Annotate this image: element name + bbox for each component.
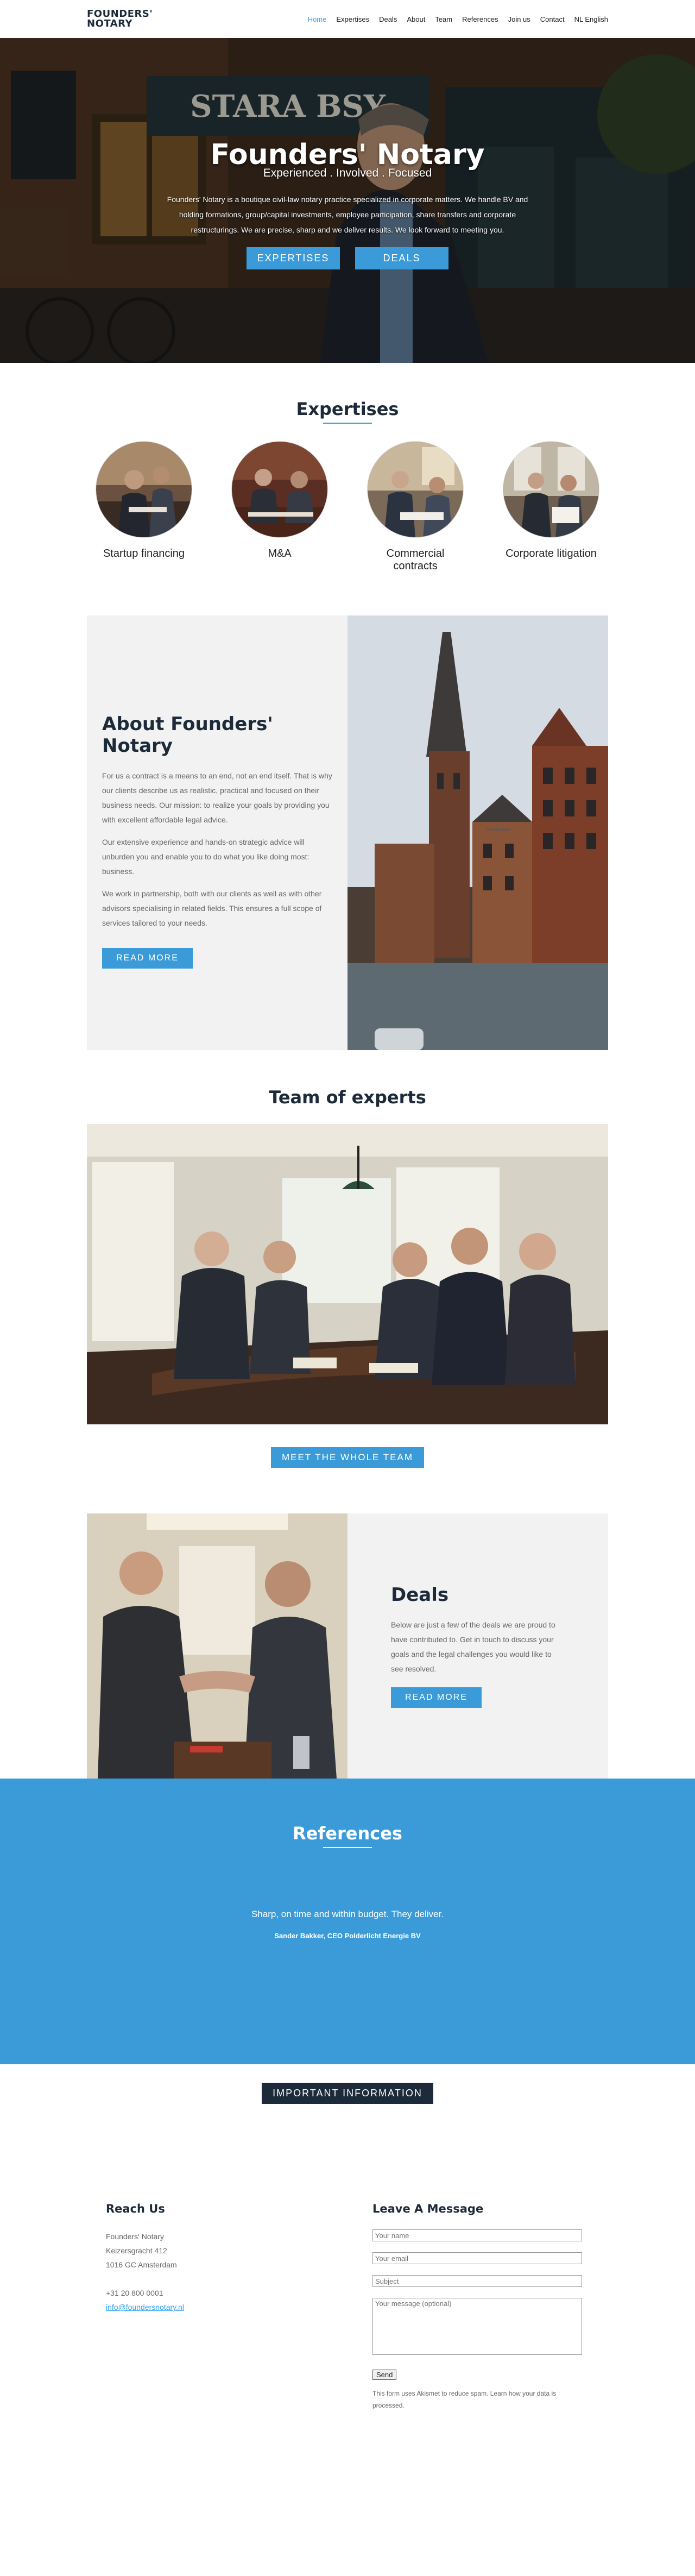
nav-team[interactable]: Team	[435, 15, 452, 23]
about-paragraph: We work in partnership, both with our cl…	[102, 889, 322, 927]
subject-field[interactable]	[372, 2275, 582, 2287]
hero-description: Founders' Notary is a boutique civil-law…	[167, 195, 528, 234]
site-logo[interactable]: FOUNDERS' NOTARY	[87, 9, 153, 29]
about-paragraph: Our extensive experience and hands-on st…	[102, 838, 309, 876]
about-section: About Founders' Notary For us a contract…	[87, 615, 608, 1050]
expertises-grid: Startup financing M&A Commercial contrac…	[0, 441, 695, 573]
address-line: Keizersgracht 412	[106, 2246, 167, 2255]
about-paragraph: For us a contract is a means to an end, …	[102, 771, 332, 824]
expertise-photo	[503, 441, 599, 538]
team-title: Team of experts	[269, 1087, 426, 1108]
nav-home[interactable]: Home	[308, 15, 327, 23]
nav-references[interactable]: References	[462, 15, 498, 23]
nav-deals[interactable]: Deals	[379, 15, 397, 23]
leave-message-title: Leave A Message	[372, 2202, 484, 2215]
nav-language[interactable]: NL English	[574, 15, 608, 23]
expertise-commercial-contracts[interactable]: Commercial contracts	[367, 441, 464, 573]
site-header: FOUNDERS' NOTARY Home Expertises Deals A…	[0, 0, 695, 38]
nav-contact[interactable]: Contact	[540, 15, 565, 23]
deals-text: Below are just a few of the deals we are…	[391, 1620, 555, 1673]
about-photo-caption: Amsterdam	[486, 827, 511, 832]
nav-join-us[interactable]: Join us	[508, 15, 530, 23]
meet-team-button[interactable]: MEET THE WHOLE TEAM	[270, 1447, 425, 1468]
reference-author: Sander Bakker, CEO Polderlicht Energie B…	[274, 1932, 421, 1940]
message-form-column: Leave A Message Send This form uses Akis…	[372, 2202, 589, 2576]
deals-photo	[87, 1513, 348, 1779]
expertise-m-and-a[interactable]: M&A	[231, 441, 328, 573]
team-button-wrap: MEET THE WHOLE TEAM	[0, 1447, 695, 1468]
hero-buttons: EXPERTISES DEALS	[0, 247, 695, 269]
important-section: IMPORTANT INFORMATION	[0, 2064, 695, 2146]
name-field[interactable]	[372, 2229, 582, 2241]
reach-us-title: Reach Us	[106, 2202, 165, 2215]
important-information-button[interactable]: IMPORTANT INFORMATION	[262, 2083, 433, 2104]
email-link[interactable]: info@foundersnotary.nl	[106, 2303, 184, 2311]
spam-notice: This form uses Akismet to reduce spam. L…	[372, 2390, 557, 2409]
expertises-title: Expertises	[296, 399, 399, 419]
deals-title: Deals	[391, 1584, 449, 1606]
phone-number: +31 20 800 0001	[106, 2289, 163, 2297]
address-line: 1016 GC Amsterdam	[106, 2260, 177, 2269]
about-read-more-button[interactable]: READ MORE	[102, 948, 193, 969]
reference-quote: Sharp, on time and within budget. They d…	[251, 1909, 444, 1919]
address-line: Founders' Notary	[106, 2232, 164, 2241]
title-underline	[323, 1847, 372, 1848]
deals-section: Deals Below are just a few of the deals …	[87, 1513, 608, 1779]
references-title: References	[293, 1823, 402, 1844]
reach-us-column: Reach Us Founders' Notary Keizersgracht …	[106, 2202, 323, 2576]
email-field[interactable]	[372, 2252, 582, 2264]
expertise-photo	[231, 441, 328, 538]
expertise-photo	[96, 441, 192, 538]
expertise-label: Corporate litigation	[506, 548, 597, 560]
deals-read-more-button[interactable]: READ MORE	[391, 1687, 482, 1708]
about-text-panel: About Founders' Notary For us a contract…	[87, 615, 348, 1050]
about-photo: Amsterdam	[348, 615, 608, 1050]
expertise-label: Startup financing	[103, 548, 185, 560]
title-underline	[323, 423, 372, 424]
expertises-button[interactable]: EXPERTISES	[247, 247, 340, 269]
expertise-label: Commercial contracts	[386, 548, 445, 572]
hero-content: Founders' Notary Experienced . Involved …	[0, 139, 695, 269]
team-section: Team of experts MEET THE WHOLE TEAM	[0, 1050, 695, 1468]
expertise-startup-financing[interactable]: Startup financing	[95, 441, 193, 573]
nav-expertises[interactable]: Expertises	[336, 15, 369, 23]
hero-title: Founders' Notary	[210, 139, 485, 171]
logo-line-2: NOTARY	[87, 18, 133, 29]
expertise-corporate-litigation[interactable]: Corporate litigation	[502, 441, 600, 573]
references-section: References Sharp, on time and within bud…	[0, 1779, 695, 2064]
nav-about[interactable]: About	[407, 15, 425, 23]
expertises-section: Expertises Startup financing M&A Commerc…	[0, 363, 695, 615]
about-title: About Founders' Notary	[102, 713, 273, 757]
hero-section: STARA BSY Founders' Notary Experienced .…	[0, 38, 695, 363]
message-field[interactable]	[372, 2298, 582, 2355]
expertise-photo	[367, 441, 464, 538]
main-nav: Home Expertises Deals About Team Referen…	[308, 15, 608, 23]
expertise-label: M&A	[268, 548, 292, 560]
team-photo	[87, 1124, 608, 1424]
send-button[interactable]: Send	[372, 2370, 397, 2380]
hero-subtitle: Experienced . Involved . Focused	[263, 167, 432, 179]
contact-section: Reach Us Founders' Notary Keizersgracht …	[0, 2146, 695, 2576]
deals-text-panel: Deals Below are just a few of the deals …	[348, 1513, 608, 1779]
deals-button[interactable]: DEALS	[355, 247, 448, 269]
